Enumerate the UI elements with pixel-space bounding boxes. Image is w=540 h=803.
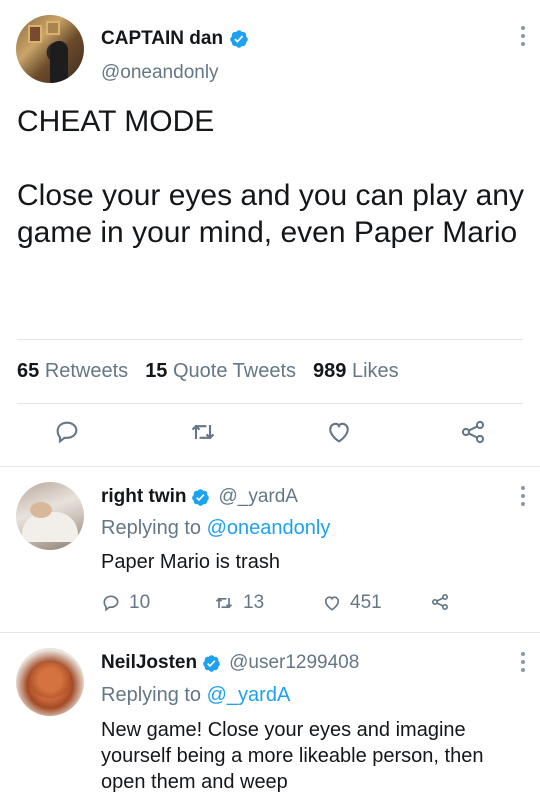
verified-badge-icon (203, 654, 220, 672)
quotes-label: Quote Tweets (173, 360, 297, 382)
reply-count: 10 (129, 592, 151, 613)
tweet-stats: 65 Retweets 15 Quote Tweets 989 Likes (17, 360, 416, 383)
reply-icon (56, 421, 78, 444)
divider (0, 632, 540, 633)
retweet-count: 13 (243, 592, 265, 613)
avatar[interactable] (16, 482, 84, 550)
retweets-count: 65 (17, 360, 40, 382)
like-button[interactable]: 451 (322, 592, 382, 614)
like-button[interactable] (324, 412, 354, 452)
quote-tweets-stat[interactable]: 15 Quote Tweets (145, 360, 296, 383)
share-icon (432, 594, 448, 610)
verified-badge-icon (230, 30, 248, 48)
divider (17, 403, 523, 404)
like-icon (329, 422, 349, 443)
reply-handle[interactable]: @_yardA (218, 486, 298, 508)
replying-prefix: Replying to (101, 517, 202, 539)
retweets-stat[interactable]: 65 Retweets (17, 360, 128, 383)
divider (0, 466, 540, 467)
reply-text: New game! Close your eyes and imagine yo… (101, 719, 484, 793)
verified-badge-icon (192, 488, 210, 506)
author-handle[interactable]: @oneandonly (101, 62, 219, 84)
share-button[interactable] (430, 592, 450, 612)
more-options-icon[interactable] (520, 652, 526, 672)
quotes-count: 15 (145, 360, 168, 382)
replying-to: Replying to @_yardA (101, 684, 290, 707)
more-options-icon[interactable] (520, 486, 526, 506)
author-display-name[interactable]: CAPTAIN dan (101, 28, 223, 50)
likes-label: Likes (351, 360, 399, 382)
reply-display-name[interactable]: right twin (101, 486, 186, 508)
reply-text: Paper Mario is trash (101, 551, 280, 573)
likes-stat[interactable]: 989 Likes (313, 360, 399, 383)
retweet-icon (191, 424, 215, 440)
tweet-actions (0, 412, 540, 452)
like-icon (324, 596, 340, 611)
divider (17, 339, 523, 340)
retweet-icon (215, 597, 233, 609)
replying-to-link[interactable]: @_yardA (207, 684, 291, 706)
reply-display-name[interactable]: NeilJosten (101, 652, 197, 674)
tweet-text: CHEAT MODE Close your eyes and you can p… (17, 105, 524, 249)
reply-button[interactable] (52, 412, 82, 452)
retweet-button[interactable] (188, 412, 218, 452)
avatar[interactable] (16, 15, 84, 83)
retweet-button[interactable]: 13 (213, 592, 264, 614)
reply-button[interactable]: 10 (101, 592, 150, 614)
replying-to-link[interactable]: @oneandonly (207, 517, 331, 539)
author-name-row[interactable]: CAPTAIN dan (101, 28, 249, 50)
replying-prefix: Replying to (101, 684, 202, 706)
reply-actions: 10 13 451 (0, 592, 540, 616)
reply-author-row[interactable]: right twin @_yardA (101, 486, 298, 508)
share-icon (461, 420, 485, 444)
like-count: 451 (350, 592, 382, 613)
share-button[interactable] (458, 412, 488, 452)
more-options-icon[interactable] (520, 26, 526, 46)
retweets-label: Retweets (44, 360, 129, 382)
likes-count: 989 (313, 360, 347, 382)
replying-to: Replying to @oneandonly (101, 517, 330, 540)
reply-icon (103, 595, 119, 612)
reply-handle[interactable]: @user1299408 (229, 652, 359, 674)
reply-author-row[interactable]: NeilJosten @user1299408 (101, 652, 359, 674)
avatar[interactable] (16, 648, 84, 716)
